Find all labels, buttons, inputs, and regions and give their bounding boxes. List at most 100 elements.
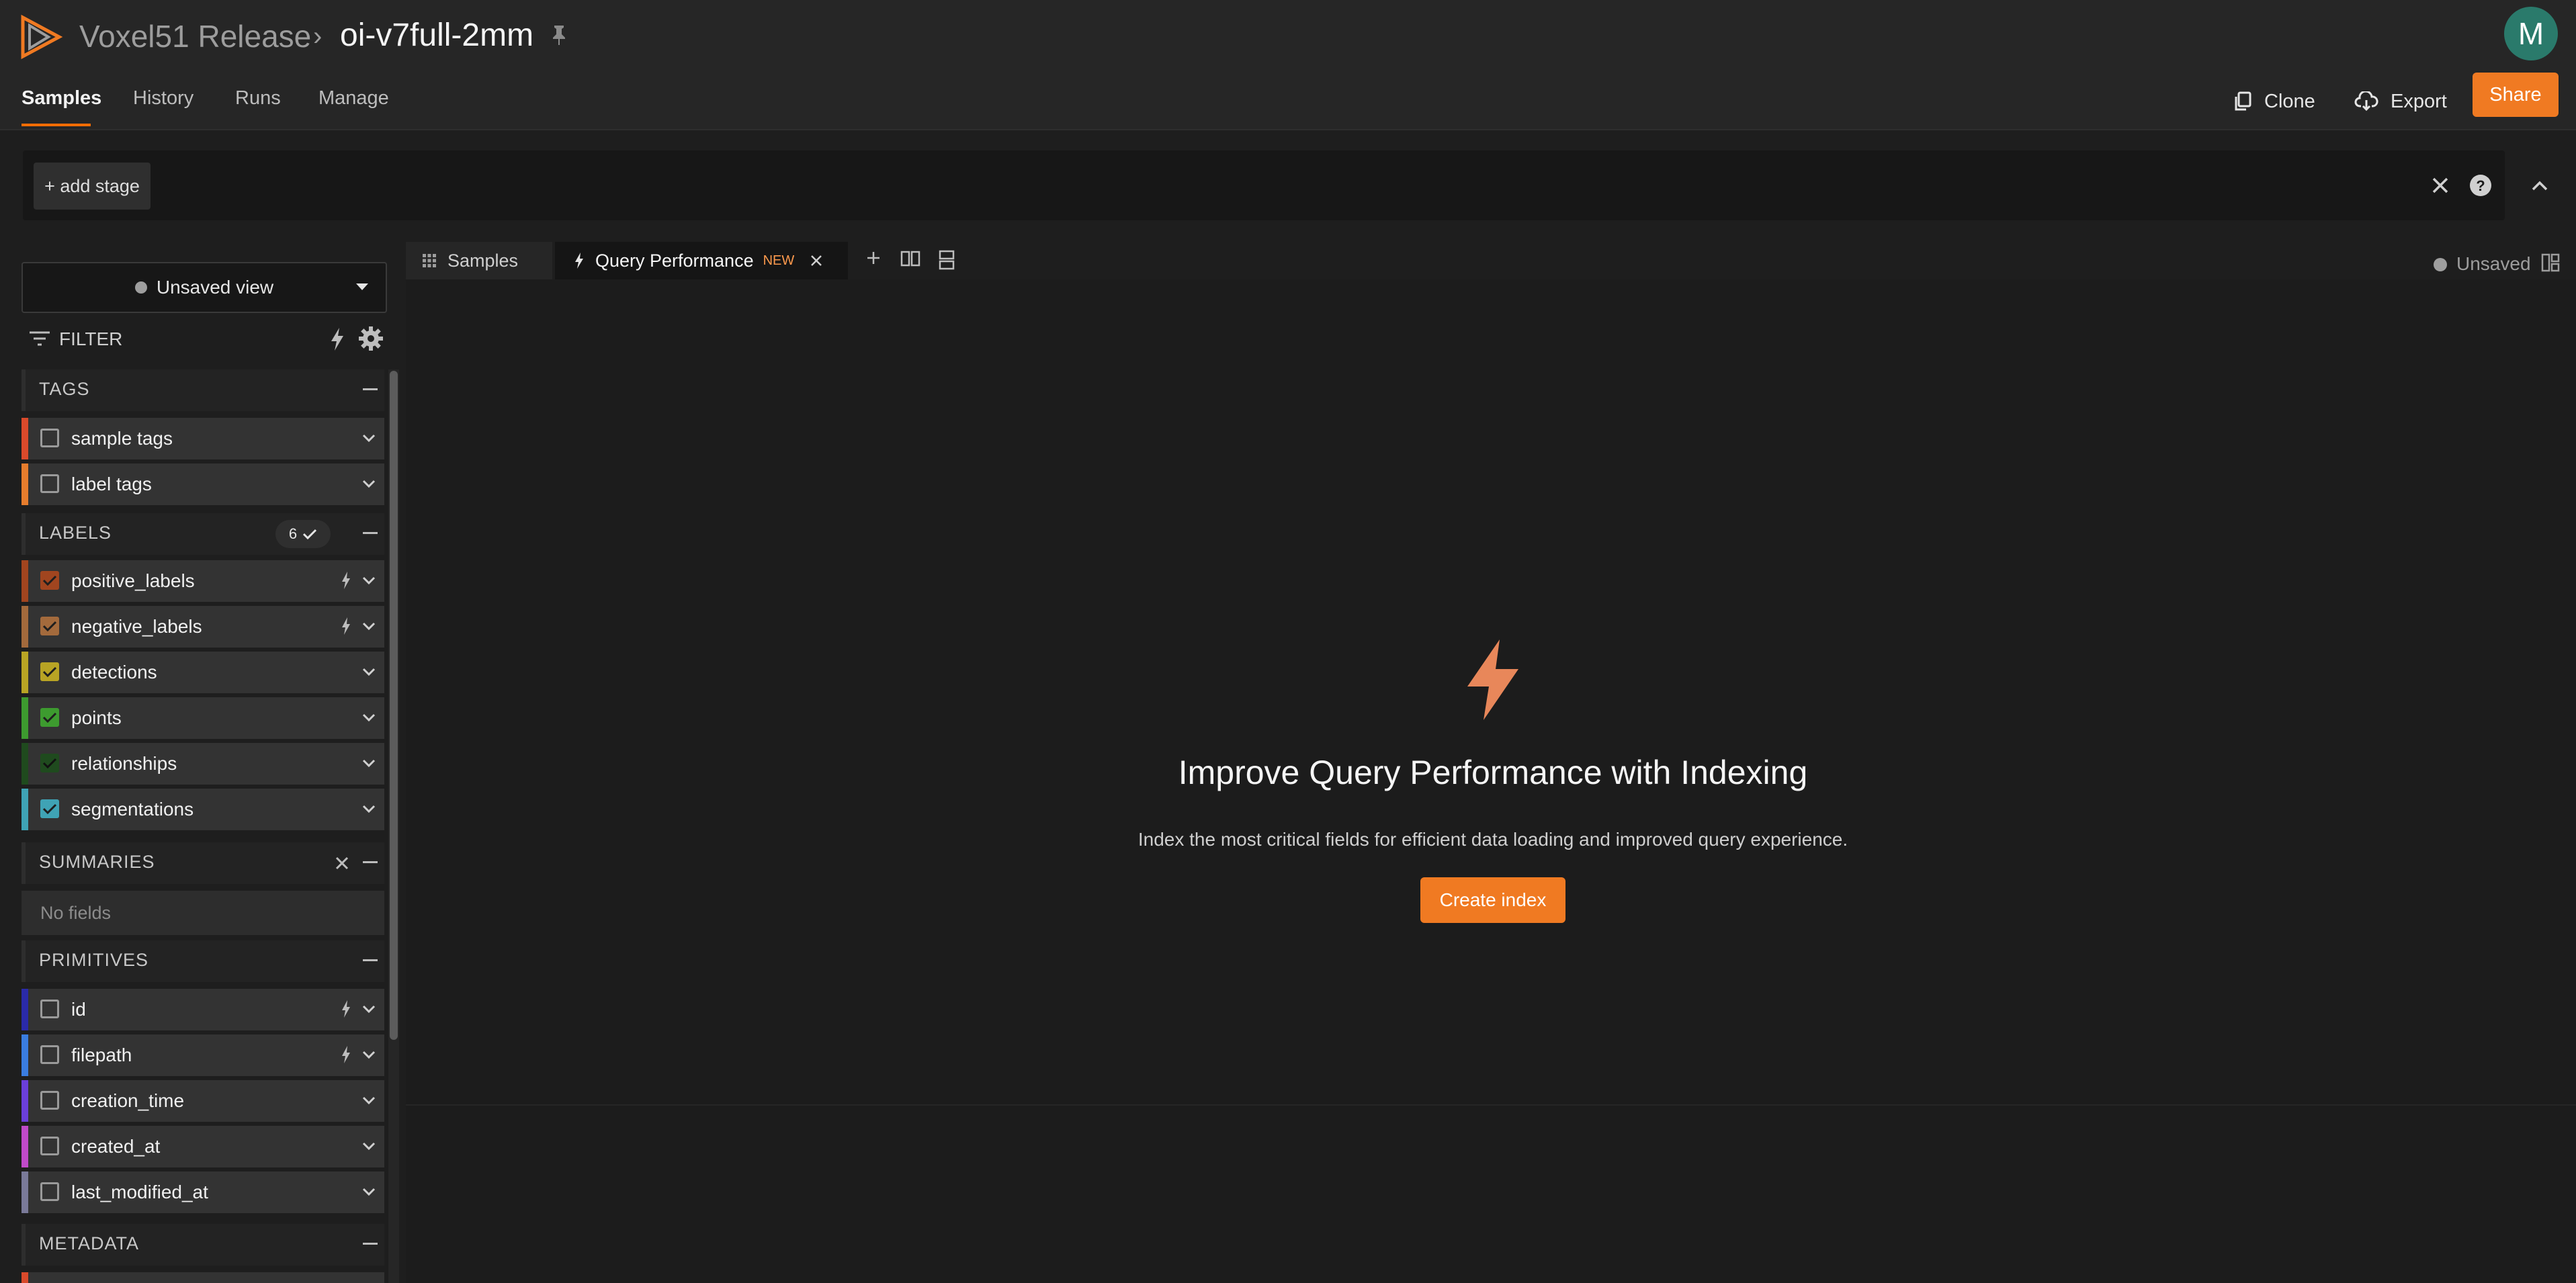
group-title: LABELS (39, 523, 112, 543)
field-row-creation-time[interactable]: creation_time (22, 1080, 384, 1122)
group-header-metadata[interactable]: METADATA (22, 1224, 384, 1266)
checkbox[interactable] (40, 474, 59, 493)
group-header-summaries[interactable]: SUMMARIES (22, 842, 384, 884)
field-row-segmentations[interactable]: segmentations (22, 789, 384, 830)
nav-tab-history[interactable]: History (133, 85, 194, 112)
checkbox[interactable] (40, 1000, 59, 1018)
chevron-down-icon[interactable] (360, 802, 378, 815)
checkbox-checked[interactable] (40, 799, 59, 818)
panel-tab-query-performance[interactable]: Query Performance NEW (555, 242, 848, 279)
lightning-icon (342, 617, 350, 635)
field-row-positive-labels[interactable]: positive_labels (22, 560, 384, 602)
checkbox-checked[interactable] (40, 617, 59, 635)
checkbox[interactable] (40, 1137, 59, 1155)
chevron-down-icon[interactable] (360, 1139, 378, 1153)
field-row-label-tags[interactable]: label tags (22, 463, 384, 505)
collapse-icon[interactable] (363, 388, 378, 390)
collapse-icon[interactable] (363, 532, 378, 534)
add-stage-button[interactable]: + add stage (34, 163, 151, 210)
collapse-icon[interactable] (363, 1243, 378, 1245)
checkbox-checked[interactable] (40, 662, 59, 681)
lightning-icon[interactable] (328, 326, 347, 352)
clone-button[interactable]: Clone (2233, 81, 2315, 122)
saved-view-select[interactable]: Unsaved view (22, 262, 387, 313)
dataset-name[interactable]: oi-v7full-2mm (340, 15, 533, 56)
gear-icon[interactable] (357, 325, 384, 352)
field-row-last-modified-at[interactable]: last_modified_at (22, 1171, 384, 1213)
pin-icon[interactable] (550, 24, 568, 46)
field-row-detections[interactable]: detections (22, 652, 384, 693)
group-title: TAGS (39, 379, 90, 399)
chevron-down-icon[interactable] (360, 477, 378, 490)
grid-icon (423, 254, 436, 267)
checkbox-checked[interactable] (40, 571, 59, 590)
chevron-down-icon[interactable] (360, 1094, 378, 1107)
layout-icon[interactable] (2541, 253, 2560, 273)
field-name: created_at (71, 1136, 161, 1157)
split-horizontal-icon[interactable] (900, 250, 920, 267)
chevron-up-icon[interactable] (2528, 176, 2552, 195)
panel-tab-samples[interactable]: Samples (406, 242, 552, 279)
group-header-primitives[interactable]: PRIMITIVES (22, 940, 384, 982)
chevron-down-icon[interactable] (360, 756, 378, 770)
field-row-relationships[interactable]: relationships (22, 743, 384, 785)
field-row-created-at[interactable]: created_at (22, 1126, 384, 1167)
close-icon[interactable] (809, 253, 824, 268)
nav-tab-runs[interactable]: Runs (235, 85, 281, 112)
query-performance-description: Index the most critical fields for effic… (1137, 829, 1848, 850)
checkbox[interactable] (40, 429, 59, 447)
field-name: positive_labels (71, 570, 195, 591)
group-header-tags[interactable]: TAGS (22, 369, 384, 411)
chevron-down-icon[interactable] (360, 619, 378, 633)
nav-tab-manage[interactable]: Manage (318, 85, 389, 112)
field-row-metadata-partial[interactable] (22, 1272, 384, 1283)
org-name[interactable]: Voxel51 Release (79, 16, 311, 56)
share-button[interactable]: Share (2473, 73, 2559, 117)
breadcrumb-separator: › (313, 21, 323, 51)
split-vertical-icon[interactable] (938, 250, 955, 270)
help-icon[interactable]: ? (2468, 173, 2493, 197)
chevron-down-icon[interactable] (360, 665, 378, 678)
create-index-button[interactable]: Create index (1420, 877, 1565, 923)
labels-selected-count-badge[interactable]: 6 (275, 520, 331, 548)
field-row-points[interactable]: points (22, 697, 384, 739)
field-row-id[interactable]: id (22, 989, 384, 1030)
user-avatar[interactable]: M (2504, 7, 2558, 60)
field-name: detections (71, 662, 157, 682)
clone-label: Clone (2264, 90, 2315, 112)
plus-icon[interactable] (865, 250, 882, 266)
chevron-down-icon[interactable] (360, 1048, 378, 1061)
lightning-icon (342, 572, 350, 589)
nav-tab-samples[interactable]: Samples (22, 85, 101, 112)
field-row-sample-tags[interactable]: sample tags (22, 418, 384, 459)
field-name: last_modified_at (71, 1182, 208, 1202)
chevron-down-icon[interactable] (360, 431, 378, 445)
field-name: negative_labels (71, 616, 202, 637)
labels-count: 6 (288, 525, 298, 542)
view-bar[interactable] (23, 150, 2505, 220)
sidebar-scrollbar-thumb[interactable] (390, 371, 398, 1040)
checkbox[interactable] (40, 1091, 59, 1110)
field-row-negative-labels[interactable]: negative_labels (22, 606, 384, 648)
close-icon[interactable] (335, 856, 349, 871)
filter-list-icon (30, 331, 50, 346)
export-button[interactable]: Export (2354, 81, 2447, 122)
collapse-icon[interactable] (363, 959, 378, 961)
chevron-down-icon[interactable] (360, 574, 378, 587)
chevron-down-icon[interactable] (360, 1002, 378, 1016)
lightning-icon (342, 1000, 350, 1018)
filter-label: FILTER (59, 328, 123, 349)
collapse-icon[interactable] (363, 861, 378, 863)
checkbox[interactable] (40, 1182, 59, 1201)
chevron-down-icon[interactable] (360, 1185, 378, 1198)
field-row-filepath[interactable]: filepath (22, 1034, 384, 1076)
chevron-down-icon[interactable] (360, 711, 378, 724)
clear-view-icon[interactable] (2428, 173, 2452, 197)
voxel51-logo[interactable] (17, 13, 65, 60)
query-performance-title: Improve Query Performance with Indexing (1178, 754, 1808, 791)
checkbox-checked[interactable] (40, 708, 59, 727)
checkbox-checked[interactable] (40, 754, 59, 772)
export-label: Export (2391, 90, 2447, 112)
field-name: creation_time (71, 1090, 185, 1111)
checkbox[interactable] (40, 1045, 59, 1064)
